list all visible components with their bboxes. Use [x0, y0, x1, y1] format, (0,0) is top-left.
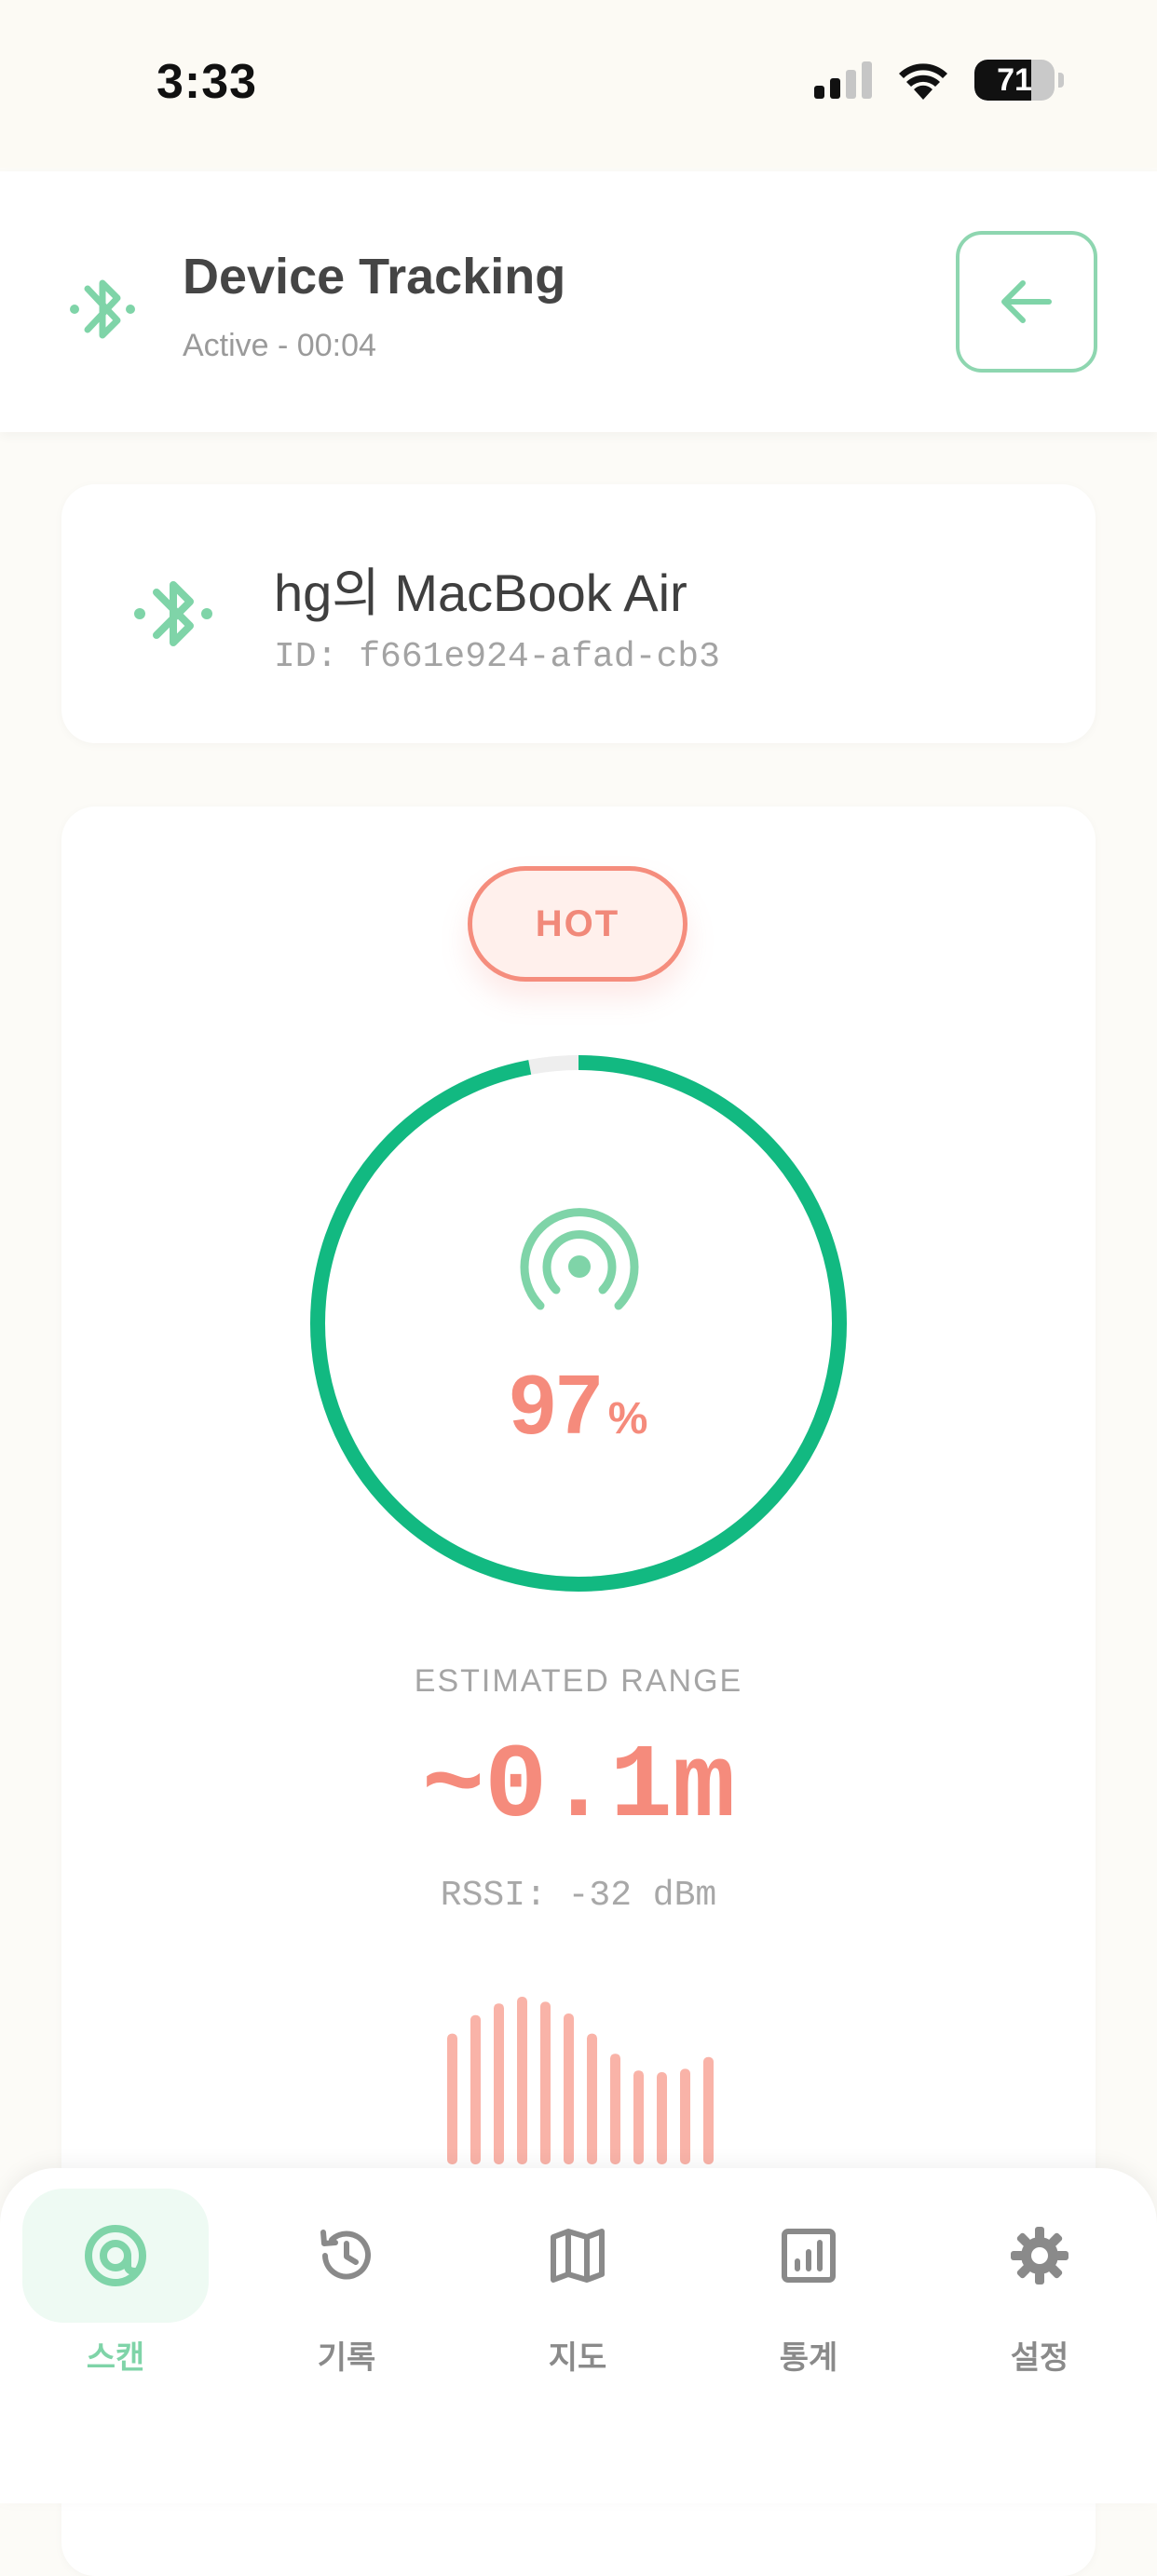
signal-history-bar [564, 2013, 574, 2164]
status-bar: 3:33 71 [0, 0, 1157, 168]
tracking-status: Active - 00:04 [183, 328, 376, 363]
signal-history-bar [657, 2072, 667, 2164]
signal-history-bar [680, 2068, 690, 2164]
status-icons: 71 [814, 60, 1064, 101]
rssi-readout: RSSI: -32 dBm [440, 1876, 717, 1916]
nav-item-settings[interactable]: 설정 [946, 2189, 1133, 2403]
bluetooth-icon [70, 279, 135, 339]
signal-history-bar [587, 2033, 597, 2164]
nav-item-history[interactable]: 기록 [253, 2189, 440, 2403]
proximity-badge: HOT [468, 866, 687, 982]
scan-target-icon [85, 2225, 146, 2286]
battery-level: 71 [997, 61, 1032, 98]
page-title: Device Tracking [183, 249, 566, 305]
header: Device Tracking Active - 00:04 [0, 171, 1157, 432]
nav-label-settings: 설정 [1010, 2340, 1069, 2376]
nav-item-map[interactable]: 지도 [484, 2189, 671, 2403]
signal-history-bar [494, 2003, 504, 2164]
stats-chart-icon [782, 2229, 836, 2283]
nav-label-map: 지도 [548, 2340, 607, 2376]
nav-icon-wrap [253, 2189, 440, 2323]
status-time: 3:33 [157, 55, 258, 109]
gear-icon [1011, 2227, 1069, 2285]
signal-percent: 97% [61, 1358, 1096, 1454]
signal-percent-value: 97 [509, 1359, 603, 1452]
battery-icon: 71 [974, 60, 1055, 101]
nav-item-stats[interactable]: 통계 [715, 2189, 902, 2403]
nav-icon-wrap [715, 2189, 902, 2323]
battery-tip [1058, 73, 1064, 88]
nav-label-stats: 통계 [779, 2340, 838, 2376]
nav-icon-wrap [484, 2189, 671, 2323]
signal-history-bar [703, 2056, 714, 2164]
range-value: ~0.1m [421, 1729, 736, 1847]
nav-label-history: 기록 [317, 2340, 376, 2376]
back-button[interactable] [956, 231, 1097, 373]
nav-label-scan: 스캔 [86, 2340, 145, 2376]
signal-history-bar [610, 2054, 620, 2164]
nav-item-scan[interactable]: 스캔 [22, 2189, 209, 2403]
broadcast-signal-icon [520, 1208, 639, 1310]
history-icon [320, 2230, 371, 2280]
signal-history-bar [447, 2033, 457, 2164]
range-label: ESTIMATED RANGE [414, 1663, 743, 1699]
signal-history-bars [447, 1997, 714, 2164]
signal-percent-symbol: % [607, 1394, 648, 1444]
signal-history-bar [633, 2070, 644, 2164]
signal-history-bar [470, 2014, 481, 2164]
bottom-nav: 스캔 기록 지도 통계 설정 [0, 2168, 1157, 2503]
map-icon [551, 2229, 605, 2283]
signal-history-bar [540, 2001, 551, 2164]
bluetooth-icon [134, 581, 212, 646]
wifi-icon [899, 63, 947, 100]
signal-history-bar [517, 1997, 527, 2164]
nav-icon-wrap [946, 2189, 1133, 2323]
device-name: hg의 MacBook Air [274, 563, 687, 622]
arrow-left-icon [1001, 280, 1052, 323]
device-card[interactable]: hg의 MacBook Air ID: f661e924-afad-cb3 [61, 484, 1096, 743]
device-id: ID: f661e924-afad-cb3 [274, 637, 720, 677]
cellular-signal-icon [814, 61, 872, 99]
nav-icon-wrap [22, 2189, 209, 2323]
